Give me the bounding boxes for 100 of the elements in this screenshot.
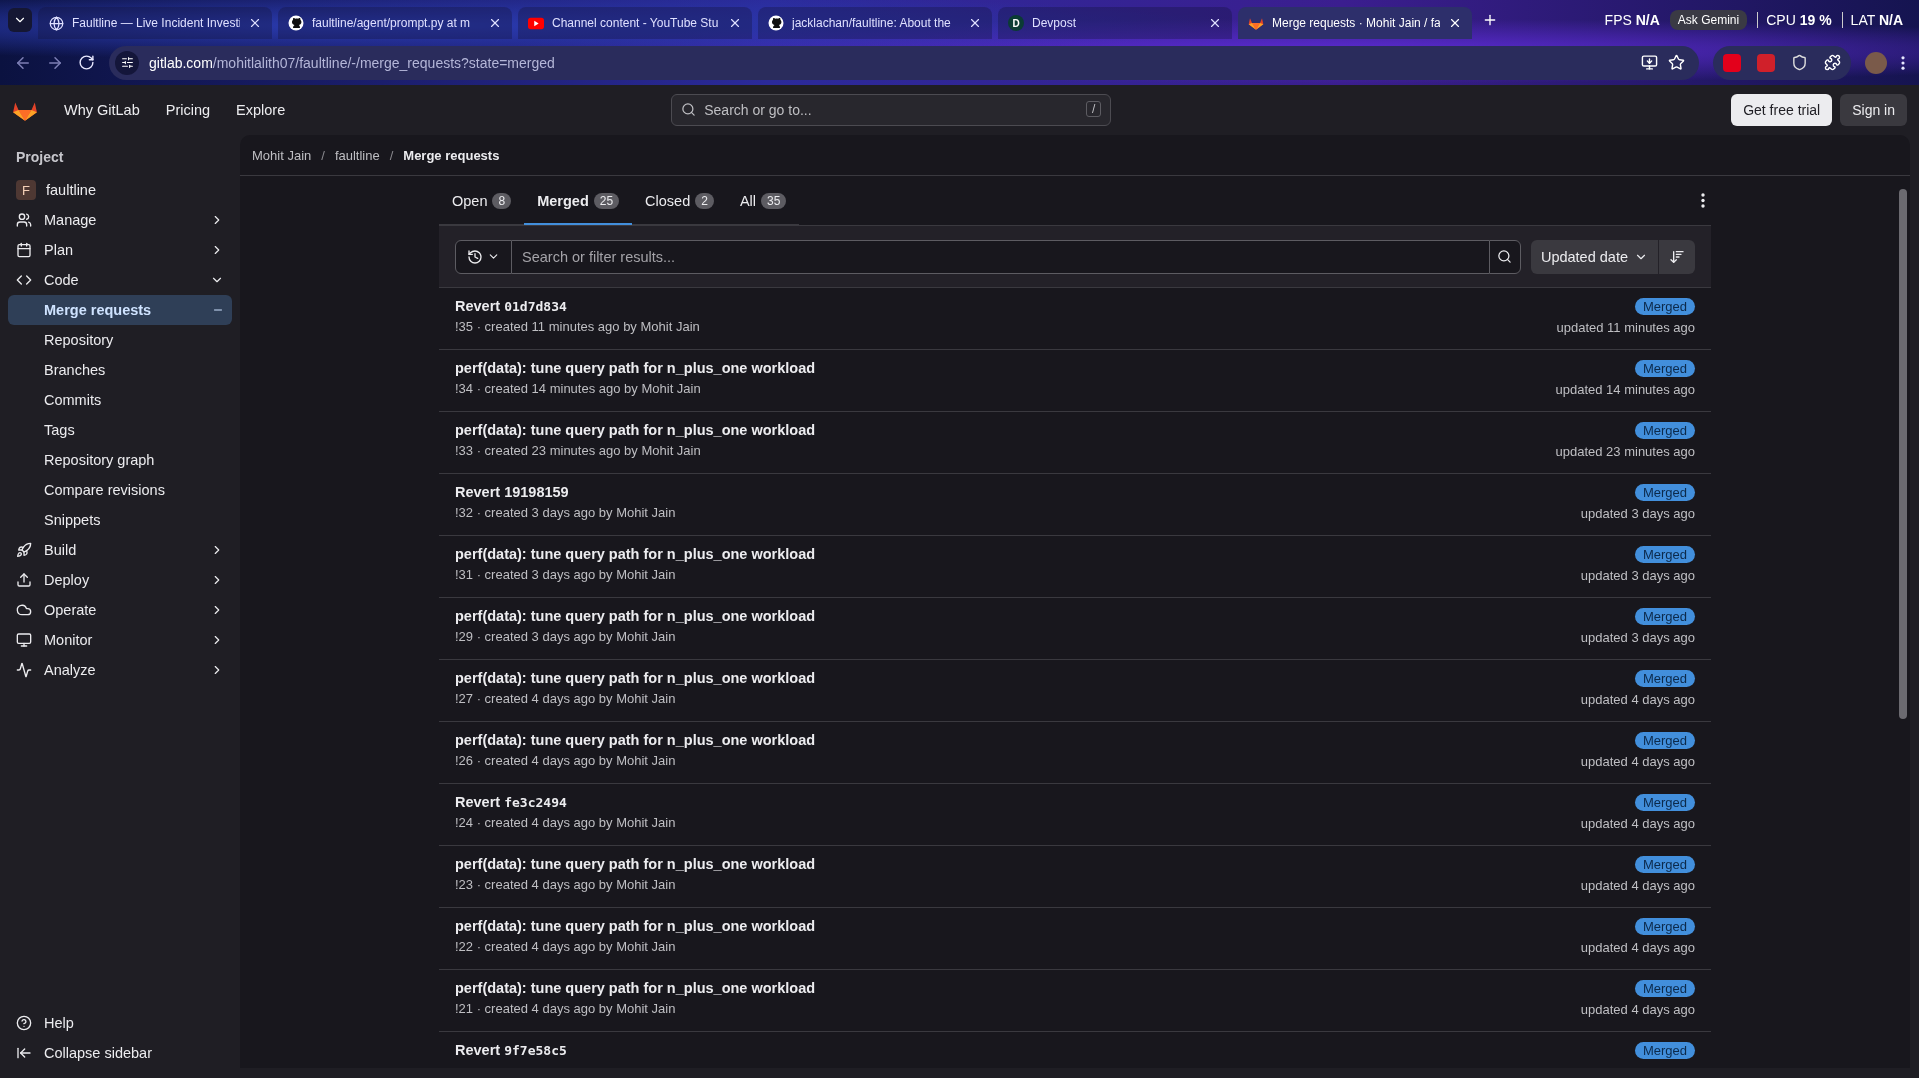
sidebar-subitem[interactable]: Repository graph [8,445,232,475]
sidebar-item[interactable]: Analyze [8,655,232,685]
sidebar-subitem[interactable]: Branches [8,355,232,385]
merge-request-title[interactable]: perf(data): tune query path for n_plus_one workload [455,732,816,748]
merge-request-row[interactable]: perf(data): tune query path for n_plus_one workload !29 · created 3 days ago by Mohit Jain Merged updated 3 days ago [439,598,1711,660]
sidebar-item[interactable]: Plan [8,235,232,265]
reload-button[interactable] [78,54,95,71]
breadcrumb-link[interactable]: Merge requests [403,147,500,163]
merge-request-row[interactable]: Revert 9f7e58c5 Merged [439,1032,1711,1068]
sidebar-subitem[interactable]: Merge requests [8,295,232,325]
breadcrumb-link[interactable]: faultline [334,147,380,163]
browser-tab[interactable]: Faultline — Live Incident Investi [38,7,272,39]
sidebar-subitem[interactable]: Commits [8,385,232,415]
project-link[interactable]: F faultline [8,175,232,205]
author-link[interactable]: Mohit Jain [616,1001,676,1016]
merge-request-row[interactable]: Revert 01d7d834 !35 · created 11 minutes ago by Mohit Jain Merged updated 11 minutes ago [439,288,1711,350]
sidebar-item[interactable]: Manage [8,205,232,235]
sidebar-subitem[interactable]: Snippets [8,505,232,535]
author-link[interactable]: Mohit Jain [616,629,676,644]
author-link[interactable]: Mohit Jain [616,691,676,706]
sidebar-item[interactable]: Help [8,1008,232,1038]
author-link[interactable]: Mohit Jain [616,753,676,768]
sidebar-item[interactable]: Deploy [8,565,232,595]
merge-request-row[interactable]: perf(data): tune query path for n_plus_one workload !26 · created 4 days ago by Mohit Jain Merged updated 4 days ago [439,722,1711,784]
browser-tab[interactable]: D Devpost [998,7,1232,39]
sidebar-subitem[interactable]: Repository [8,325,232,355]
sidebar-subitem[interactable]: Compare revisions [8,475,232,505]
nav-link[interactable]: Why GitLab [64,102,140,118]
author-link[interactable]: Mohit Jain [616,939,676,954]
nav-link[interactable]: Pricing [165,102,211,118]
close-icon[interactable] [968,16,982,30]
merge-request-row[interactable]: perf(data): tune query path for n_plus_one workload !34 · created 14 minutes ago by Mohit Jain Merged updated 14 minutes ago [439,350,1711,412]
close-icon[interactable] [248,16,262,30]
merge-request-title[interactable]: perf(data): tune query path for n_plus_one workload [455,670,816,686]
merge-request-title[interactable]: perf(data): tune query path for n_plus_one workload [455,608,816,624]
merge-request-row[interactable]: perf(data): tune query path for n_plus_one workload !23 · created 4 days ago by Mohit Jain Merged updated 4 days ago [439,846,1711,908]
browser-tab[interactable]: Channel content - YouTube Stu [518,7,752,39]
address-bar[interactable]: gitlab.com/mohitlalith07/faultline/-/merge_requests?state=merged [109,45,1699,80]
merge-request-title[interactable]: perf(data): tune query path for n_plus_one workload [455,546,816,562]
merge-request-row[interactable]: Revert fe3c2494 !24 · created 4 days ago by Mohit Jain Merged updated 4 days ago [439,784,1711,846]
status-badge: Merged [1634,918,1695,935]
profile-avatar[interactable] [1865,51,1887,74]
shield-icon[interactable] [1791,54,1808,71]
merge-request-title[interactable]: Revert fe3c2494 [455,794,676,810]
state-tab[interactable]: Open 8 [439,176,525,225]
merge-request-row[interactable]: perf(data): tune query path for n_plus_one workload !33 · created 23 minutes ago by Mohit Jain Merged updated 23 minutes ago [439,412,1711,474]
merge-request-row[interactable]: perf(data): tune query path for n_plus_one workload !31 · created 3 days ago by Mohit Jain Merged updated 3 days ago [439,536,1711,598]
bookmark-star-icon[interactable] [1668,54,1685,71]
sort-dropdown[interactable]: Updated date [1530,239,1658,274]
filter-field[interactable]: Search or filter results... [512,239,1489,274]
merge-request-row[interactable]: perf(data): tune query path for n_plus_one workload !22 · created 4 days ago by Mohit Jain Merged updated 4 days ago [439,908,1711,970]
author-link[interactable]: Mohit Jain [641,381,701,396]
sort-direction-button[interactable] [1659,239,1695,274]
recent-searches-button[interactable] [455,239,512,274]
state-tab[interactable]: Closed 2 [632,176,727,225]
state-tab[interactable]: Merged 25 [524,176,633,225]
sidebar-item[interactable]: Code [8,265,232,295]
sidebar-subitem[interactable]: Tags [8,415,232,445]
author-link[interactable]: Mohit Jain [616,505,676,520]
sidebar-item[interactable]: Collapse sidebar [8,1038,232,1068]
author-link[interactable]: Mohit Jain [640,319,700,334]
merge-request-row[interactable]: perf(data): tune query path for n_plus_one workload !27 · created 4 days ago by Mohit Jain Merged updated 4 days ago [439,660,1711,722]
tab-list-button[interactable] [8,8,32,32]
close-icon[interactable] [488,16,502,30]
sidebar-item[interactable]: Operate [8,595,232,625]
sliders-icon [120,56,134,69]
browser-tab[interactable]: Merge requests · Mohit Jain / fa [1238,7,1472,39]
extensions-icon[interactable] [1824,54,1841,71]
merge-request-title[interactable]: perf(data): tune query path for n_plus_one workload [455,918,816,934]
close-icon[interactable] [728,16,742,30]
menu-button[interactable] [1901,55,1905,70]
browser-tab[interactable]: jacklachan/faultline: About the [758,7,992,39]
browser-tab[interactable]: faultline/agent/prompt.py at m [278,7,512,39]
merge-request-title[interactable]: perf(data): tune query path for n_plus_one workload [455,422,816,438]
merge-request-title[interactable]: Revert 9f7e58c5 [455,1042,567,1058]
updated-time: updated 3 days ago [1580,568,1695,583]
merge-request-row[interactable]: Revert 19198159 !32 · created 3 days ago by Mohit Jain Merged updated 3 days ago [439,474,1711,536]
state-tab[interactable]: All 35 [726,176,800,225]
install-app-icon[interactable] [1641,54,1658,71]
site-info-button[interactable] [115,50,139,75]
search-button[interactable] [1488,239,1521,274]
close-icon[interactable] [1448,16,1462,30]
trial-button[interactable]: Get free trial [1731,94,1833,126]
author-link[interactable]: Mohit Jain [616,877,676,892]
merge-request-row[interactable]: perf(data): tune query path for n_plus_one workload !21 · created 4 days ago by Mohit Jain Merged updated 4 days ago [439,970,1711,1032]
sign-in-button[interactable]: Sign in [1840,94,1907,126]
close-icon[interactable] [1208,16,1222,30]
merge-request-title[interactable]: Revert 01d7d834 [455,298,700,314]
author-link[interactable]: Mohit Jain [616,567,676,582]
merge-request-title[interactable]: perf(data): tune query path for n_plus_one workload [455,360,816,376]
merge-request-title[interactable]: perf(data): tune query path for n_plus_one workload [455,980,816,996]
sidebar-item[interactable]: Build [8,535,232,565]
merge-request-title[interactable]: perf(data): tune query path for n_plus_one workload [455,856,816,872]
github-icon [768,15,784,31]
sidebar-item[interactable]: Monitor [8,625,232,655]
author-link[interactable]: Mohit Jain [616,815,676,830]
breadcrumb-link[interactable]: Mohit Jain [252,147,312,163]
nav-link[interactable]: Explore [236,102,286,118]
author-link[interactable]: Mohit Jain [641,443,701,458]
merge-request-title[interactable]: Revert 19198159 [455,484,676,500]
